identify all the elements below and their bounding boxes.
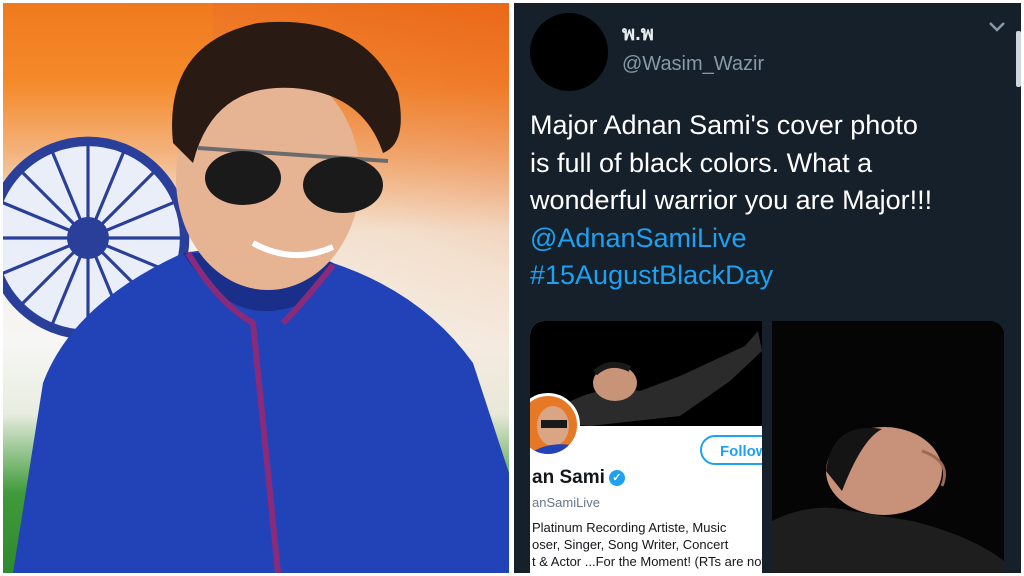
mention-link[interactable]: @AdnanSamiLive — [530, 220, 1010, 258]
tweet-display-name[interactable]: พ.พ — [622, 17, 654, 49]
tweet-text-line: is full of black colors. What a — [530, 147, 873, 178]
chevron-down-icon[interactable] — [988, 21, 1006, 33]
follow-button[interactable]: Follow — [700, 435, 762, 465]
profile-avatar-image — [530, 406, 577, 454]
tweet-text-line: wonderful warrior you are Major!!! — [530, 185, 933, 215]
profile-name-text: an Sami — [532, 467, 605, 488]
user-avatar[interactable] — [530, 13, 608, 91]
scrollbar[interactable] — [1016, 31, 1021, 87]
profile-bio-line: t & Actor ...For the Moment! (RTs are no… — [532, 554, 762, 569]
tweet-media-performer-photo[interactable] — [772, 321, 1004, 573]
tweet-media-profile-screenshot[interactable]: Follow an Sami ✓ anSamiLive Platinum Reco… — [530, 321, 762, 573]
profile-name: an Sami ✓ — [532, 467, 625, 489]
hashtag-link[interactable]: #15AugustBlackDay — [530, 257, 1010, 295]
performer-image — [772, 321, 1004, 573]
verified-badge-icon: ✓ — [608, 470, 625, 486]
profile-bio-line: oser, Singer, Song Writer, Concert — [532, 537, 729, 552]
profile-handle: anSamiLive — [532, 495, 600, 510]
tweet-body: Major Adnan Sami's cover photo is full o… — [530, 107, 1010, 295]
photo-panel — [3, 3, 509, 573]
tweet-handle[interactable]: @Wasim_Wazir — [622, 53, 764, 76]
portrait-man-sunglasses — [13, 21, 509, 573]
tweet-card: พ.พ @Wasim_Wazir Major Adnan Sami's cove… — [514, 3, 1021, 573]
tweet-text-line: Major Adnan Sami's cover photo — [530, 110, 918, 140]
profile-bio: Platinum Recording Artiste, Music oser, … — [532, 519, 762, 570]
profile-bio-line: Platinum Recording Artiste, Music — [532, 520, 727, 535]
